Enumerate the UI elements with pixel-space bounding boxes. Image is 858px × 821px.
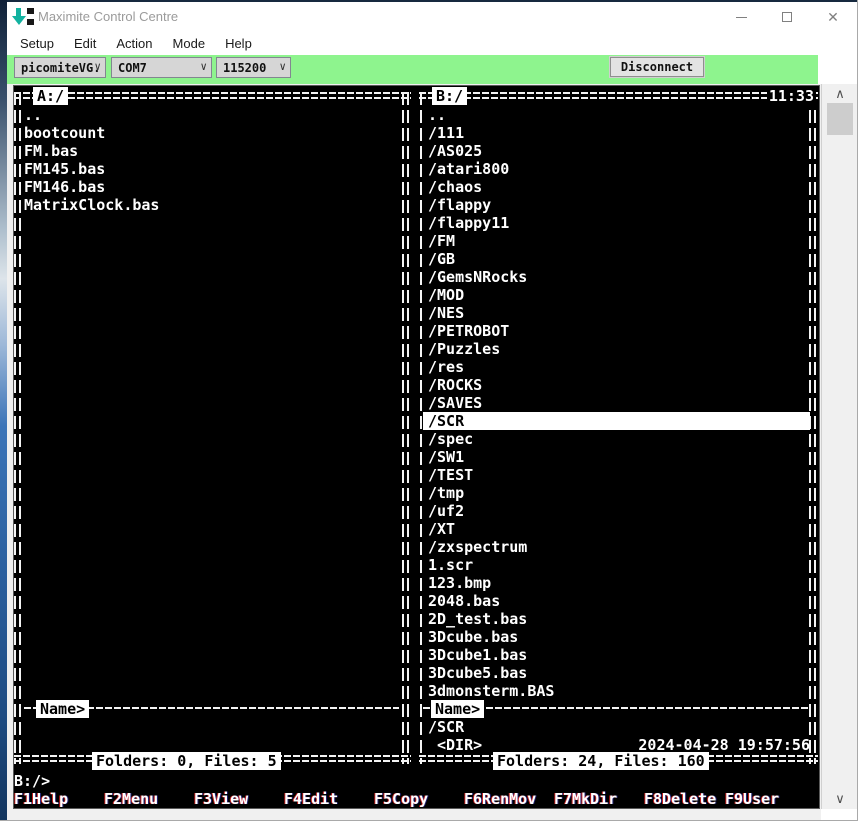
minimize-icon (736, 17, 747, 18)
file-entry[interactable]: /atari800 (423, 160, 810, 178)
left-pane-name-label: Name> (36, 700, 89, 718)
right-pane-title: B:/ (432, 87, 467, 105)
file-entry[interactable]: /Puzzles (423, 340, 810, 358)
connection-toolbar: picomiteVG. ∨ COM7 ∨ 115200 ∨ Disconnect (7, 55, 818, 84)
file-entry[interactable]: FM145.bas (18, 160, 401, 178)
command-prompt[interactable]: B:/> (14, 772, 50, 790)
baud-rate-select[interactable]: 115200 ∨ (216, 57, 291, 78)
scroll-down-arrow-icon[interactable]: ∨ (822, 789, 858, 809)
file-entry[interactable]: 3Dcube1.bas (423, 646, 810, 664)
file-entry[interactable]: /res (423, 358, 810, 376)
chevron-down-icon: ∨ (279, 60, 286, 73)
fkey[interactable]: F1Help (14, 790, 68, 808)
fkey[interactable]: F5Copy (374, 790, 428, 808)
file-entry[interactable]: /111 (423, 124, 810, 142)
selected-file-name: /SCR (423, 718, 808, 736)
file-entry[interactable]: MatrixClock.bas (18, 196, 401, 214)
app-window: Maximite Control Centre ✕ SetupEditActio… (0, 0, 858, 821)
fkey[interactable]: F9User (725, 790, 779, 808)
left-pane: A:/ ..bootcountFM.basFM145.basFM146.basM… (14, 92, 411, 764)
file-entry[interactable]: FM146.bas (18, 178, 401, 196)
selected-file-type: <DIR> (423, 736, 482, 754)
fkey[interactable]: F4Edit (284, 790, 338, 808)
chevron-down-icon: ∨ (200, 60, 207, 73)
com-port-select-value: COM7 (118, 61, 147, 75)
file-entry[interactable]: 3Dcube5.bas (423, 664, 810, 682)
file-entry[interactable]: 123.bmp (423, 574, 810, 592)
file-entry[interactable]: /PETROBOT (423, 322, 810, 340)
file-entry[interactable]: /uf2 (423, 502, 810, 520)
disconnect-button[interactable]: Disconnect (610, 57, 704, 77)
window-controls: ✕ (718, 2, 856, 32)
file-entry[interactable]: /chaos (423, 178, 810, 196)
right-pane-name-label: Name> (431, 700, 484, 718)
close-button[interactable]: ✕ (810, 2, 856, 32)
file-entry[interactable]: bootcount (18, 124, 401, 142)
fkey[interactable]: F2Menu (104, 790, 158, 808)
vertical-scrollbar[interactable]: ∧ ∨ (821, 84, 858, 809)
file-entry[interactable]: /SCR (423, 412, 810, 430)
file-entry[interactable]: /flappy11 (423, 214, 810, 232)
com-port-select[interactable]: COM7 ∨ (111, 57, 212, 78)
scroll-up-arrow-icon[interactable]: ∧ (822, 84, 858, 104)
file-entry[interactable]: .. (18, 106, 401, 124)
file-entry[interactable]: /TEST (423, 466, 810, 484)
menu-item[interactable]: Action (106, 32, 162, 55)
left-pane-status: Folders: 0, Files: 5 (92, 752, 281, 770)
file-entry[interactable]: 3Dcube.bas (423, 628, 810, 646)
file-entry[interactable]: /spec (423, 430, 810, 448)
file-entry[interactable]: /GemsNRocks (423, 268, 810, 286)
minimize-button[interactable] (718, 2, 764, 32)
device-select-value: picomiteVG. (21, 61, 100, 75)
fkey[interactable]: F6RenMov (464, 790, 536, 808)
baud-rate-select-value: 115200 (223, 61, 266, 75)
terminal-frame: A:/ ..bootcountFM.basFM145.basFM146.basM… (7, 84, 821, 821)
menu-item[interactable]: Setup (10, 32, 64, 55)
file-entry[interactable]: /SW1 (423, 448, 810, 466)
right-pane-file-list: ../111/AS025/atari800/chaos/flappy/flapp… (423, 106, 810, 700)
right-pane: B:/ 11:33 ../111/AS025/atari800/chaos/fl… (419, 92, 818, 764)
file-entry[interactable]: /flappy (423, 196, 810, 214)
fkey[interactable]: F8Delete (644, 790, 716, 808)
file-entry[interactable]: /GB (423, 250, 810, 268)
fkey[interactable]: F3View (194, 790, 248, 808)
maximize-icon (782, 12, 792, 22)
menu-item[interactable]: Help (215, 32, 262, 55)
menu-item[interactable]: Edit (64, 32, 106, 55)
fkey[interactable]: F7MkDir (554, 790, 617, 808)
function-key-bar: F1Help F2Menu F3View F4Edit F5Copy F6RenMov F7… (14, 790, 819, 808)
left-pane-title: A:/ (33, 87, 68, 105)
menu-item[interactable]: Mode (163, 32, 216, 55)
maximize-button[interactable] (764, 2, 810, 32)
clock: 11:33 (767, 87, 816, 105)
menu-bar: SetupEditActionModeHelp (7, 32, 858, 55)
terminal-screen: A:/ ..bootcountFM.basFM145.basFM146.basM… (13, 85, 820, 809)
file-entry[interactable]: /zxspectrum (423, 538, 810, 556)
file-entry[interactable]: /tmp (423, 484, 810, 502)
file-entry[interactable]: /NES (423, 304, 810, 322)
file-entry[interactable]: 1.scr (423, 556, 810, 574)
file-entry[interactable]: /FM (423, 232, 810, 250)
app-icon (12, 7, 34, 27)
left-pane-file-list: ..bootcountFM.basFM145.basFM146.basMatri… (18, 106, 401, 214)
right-pane-status: Folders: 24, Files: 160 (493, 752, 709, 770)
file-entry[interactable]: /SAVES (423, 394, 810, 412)
file-entry[interactable]: /XT (423, 520, 810, 538)
file-entry[interactable]: 3dmonsterm.BAS (423, 682, 810, 700)
device-select[interactable]: picomiteVG. ∨ (14, 57, 106, 78)
chevron-down-icon: ∨ (94, 60, 101, 73)
window-title: Maximite Control Centre (38, 9, 178, 24)
file-entry[interactable]: /ROCKS (423, 376, 810, 394)
file-entry[interactable]: /AS025 (423, 142, 810, 160)
close-icon: ✕ (827, 10, 839, 24)
file-entry[interactable]: FM.bas (18, 142, 401, 160)
desktop-edge-strip (0, 0, 7, 820)
scrollbar-thumb[interactable] (827, 103, 853, 135)
file-entry[interactable]: 2048.bas (423, 592, 810, 610)
file-entry[interactable]: 2D_test.bas (423, 610, 810, 628)
file-entry[interactable]: .. (423, 106, 810, 124)
title-bar: Maximite Control Centre ✕ (7, 2, 858, 32)
file-entry[interactable]: /MOD (423, 286, 810, 304)
